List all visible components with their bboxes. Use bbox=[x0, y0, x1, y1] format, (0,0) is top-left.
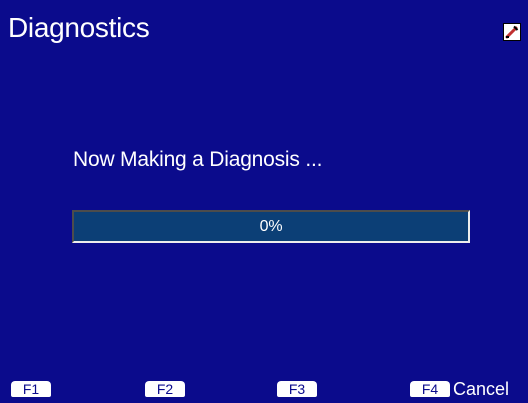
status-message: Now Making a Diagnosis ... bbox=[73, 148, 323, 171]
f1-key-cap: F1 bbox=[11, 381, 51, 397]
f3-key-cap: F3 bbox=[277, 381, 317, 397]
page-title: Diagnostics bbox=[8, 12, 150, 43]
progress-bar: 0% bbox=[72, 210, 470, 243]
f4-key-cap: F4 bbox=[410, 381, 450, 397]
edit-pencil-icon[interactable] bbox=[503, 23, 521, 41]
f2-key-cap: F2 bbox=[145, 381, 185, 397]
f3-key[interactable]: F3 bbox=[277, 380, 320, 398]
f1-key[interactable]: F1 bbox=[11, 380, 54, 398]
cancel-button[interactable]: F4 Cancel bbox=[410, 380, 509, 398]
edit-pencil-icon-graphic bbox=[505, 25, 519, 39]
progress-percent: 0% bbox=[259, 217, 283, 235]
f2-key[interactable]: F2 bbox=[145, 380, 188, 398]
diagnostics-screen: Diagnostics Now Making a Diagnosis ... 0… bbox=[0, 0, 528, 403]
f4-key-label: Cancel bbox=[453, 379, 510, 399]
